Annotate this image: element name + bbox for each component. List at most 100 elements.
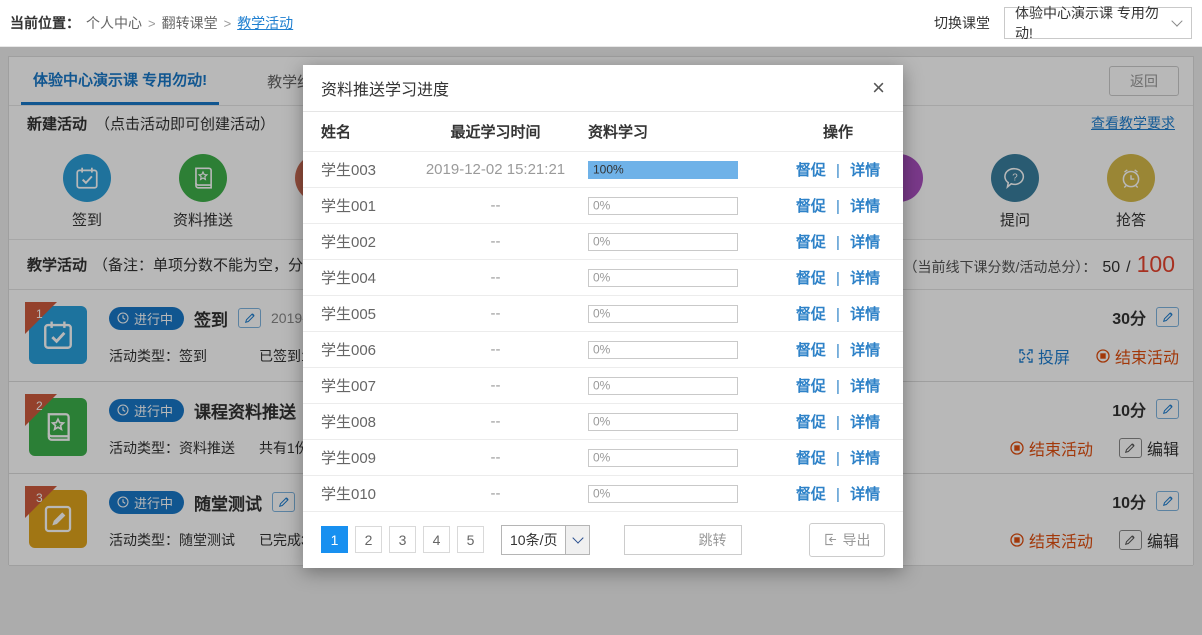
progress-label: 0% bbox=[593, 198, 610, 212]
breadcrumb-separator: > bbox=[148, 16, 156, 31]
detail-link[interactable]: 详情 bbox=[850, 342, 880, 359]
detail-link[interactable]: 详情 bbox=[850, 234, 880, 251]
modal-title: 资料推送学习进度 bbox=[321, 76, 449, 100]
link-separator: | bbox=[836, 162, 840, 179]
export-icon bbox=[824, 533, 837, 546]
supervise-link[interactable]: 督促 bbox=[796, 162, 826, 179]
detail-link[interactable]: 详情 bbox=[850, 486, 880, 503]
page-button-3[interactable]: 3 bbox=[389, 526, 416, 553]
progress-label: 0% bbox=[593, 486, 610, 500]
table-row: 学生006 -- 0% 督促 | 详情 bbox=[303, 332, 903, 368]
page-button-4[interactable]: 4 bbox=[423, 526, 450, 553]
close-icon[interactable]: × bbox=[872, 77, 885, 99]
table-row: 学生001 -- 0% 督促 | 详情 bbox=[303, 188, 903, 224]
progress-bar: 0% bbox=[588, 197, 738, 215]
link-separator: | bbox=[836, 342, 840, 359]
progress-modal: 资料推送学习进度 × 姓名 最近学习时间 资料学习 操作 学生003 2019-… bbox=[303, 65, 903, 568]
student-name: 学生006 bbox=[303, 339, 403, 360]
table-row: 学生009 -- 0% 督促 | 详情 bbox=[303, 440, 903, 476]
supervise-link[interactable]: 督促 bbox=[796, 378, 826, 395]
supervise-link[interactable]: 督促 bbox=[796, 486, 826, 503]
supervise-link[interactable]: 督促 bbox=[796, 306, 826, 323]
link-separator: | bbox=[836, 414, 840, 431]
link-separator: | bbox=[836, 234, 840, 251]
table-row: 学生010 -- 0% 督促 | 详情 bbox=[303, 476, 903, 512]
link-separator: | bbox=[836, 378, 840, 395]
last-study-time: -- bbox=[403, 305, 588, 322]
column-header-name: 姓名 bbox=[303, 121, 403, 142]
breadcrumb-label: 当前位置： bbox=[10, 13, 80, 33]
detail-link[interactable]: 详情 bbox=[850, 450, 880, 467]
breadcrumb-item-teaching-activities[interactable]: 教学活动 bbox=[237, 13, 293, 33]
last-study-time: -- bbox=[403, 449, 588, 466]
page-size-select[interactable]: 10条/页 bbox=[501, 525, 590, 555]
course-switcher: 切换课堂 体验中心演示课 专用勿动! bbox=[934, 7, 1192, 39]
student-name: 学生005 bbox=[303, 303, 403, 324]
column-header-last-study-time: 最近学习时间 bbox=[403, 121, 588, 142]
student-name: 学生010 bbox=[303, 483, 403, 504]
breadcrumb-item-personal-center[interactable]: 个人中心 bbox=[86, 13, 142, 33]
supervise-link[interactable]: 督促 bbox=[796, 198, 826, 215]
column-header-material-study: 资料学习 bbox=[588, 121, 773, 142]
progress-bar: 0% bbox=[588, 269, 738, 287]
progress-bar: 100% bbox=[588, 161, 738, 179]
link-separator: | bbox=[836, 198, 840, 215]
table-header-row: 姓名 最近学习时间 资料学习 操作 bbox=[303, 112, 903, 152]
detail-link[interactable]: 详情 bbox=[850, 270, 880, 287]
progress-bar: 0% bbox=[588, 233, 738, 251]
progress-table-body: 学生003 2019-12-02 15:21:21 100% 督促 | 详情 学… bbox=[303, 152, 903, 512]
last-study-time: -- bbox=[403, 377, 588, 394]
export-label: 导出 bbox=[843, 530, 871, 550]
table-row: 学生008 -- 0% 督促 | 详情 bbox=[303, 404, 903, 440]
detail-link[interactable]: 详情 bbox=[850, 306, 880, 323]
progress-bar: 0% bbox=[588, 377, 738, 395]
column-header-actions: 操作 bbox=[773, 121, 903, 142]
last-study-time: -- bbox=[403, 233, 588, 250]
progress-label: 100% bbox=[593, 162, 624, 176]
progress-label: 0% bbox=[593, 342, 610, 356]
table-row: 学生007 -- 0% 督促 | 详情 bbox=[303, 368, 903, 404]
student-name: 学生003 bbox=[303, 159, 403, 180]
chevron-down-icon bbox=[565, 526, 589, 554]
page-button-1[interactable]: 1 bbox=[321, 526, 348, 553]
student-name: 学生001 bbox=[303, 195, 403, 216]
table-row: 学生004 -- 0% 督促 | 详情 bbox=[303, 260, 903, 296]
jump-page-input[interactable] bbox=[625, 526, 683, 554]
progress-bar: 0% bbox=[588, 341, 738, 359]
student-name: 学生008 bbox=[303, 411, 403, 432]
page-size-value: 10条/页 bbox=[502, 530, 565, 550]
detail-link[interactable]: 详情 bbox=[850, 162, 880, 179]
breadcrumb-item-flipped-classroom[interactable]: 翻转课堂 bbox=[162, 13, 218, 33]
page-button-2[interactable]: 2 bbox=[355, 526, 382, 553]
last-study-time: -- bbox=[403, 413, 588, 430]
supervise-link[interactable]: 督促 bbox=[796, 450, 826, 467]
student-name: 学生004 bbox=[303, 267, 403, 288]
page-button-5[interactable]: 5 bbox=[457, 526, 484, 553]
switch-course-label: 切换课堂 bbox=[934, 13, 990, 33]
table-row: 学生005 -- 0% 督促 | 详情 bbox=[303, 296, 903, 332]
progress-label: 0% bbox=[593, 234, 610, 248]
breadcrumb: 当前位置： 个人中心 > 翻转课堂 > 教学活动 bbox=[10, 13, 293, 33]
course-select[interactable]: 体验中心演示课 专用勿动! bbox=[1004, 7, 1192, 39]
chevron-down-icon bbox=[1171, 15, 1182, 26]
student-name: 学生002 bbox=[303, 231, 403, 252]
student-name: 学生007 bbox=[303, 375, 403, 396]
progress-label: 0% bbox=[593, 414, 610, 428]
detail-link[interactable]: 详情 bbox=[850, 378, 880, 395]
breadcrumb-separator: > bbox=[224, 16, 232, 31]
progress-bar: 0% bbox=[588, 449, 738, 467]
link-separator: | bbox=[836, 486, 840, 503]
detail-link[interactable]: 详情 bbox=[850, 198, 880, 215]
last-study-time: 2019-12-02 15:21:21 bbox=[403, 161, 588, 178]
detail-link[interactable]: 详情 bbox=[850, 414, 880, 431]
jump-button[interactable]: 跳转 bbox=[683, 526, 741, 554]
progress-label: 0% bbox=[593, 450, 610, 464]
export-button[interactable]: 导出 bbox=[809, 523, 885, 557]
jump-group: 跳转 bbox=[624, 525, 742, 555]
supervise-link[interactable]: 督促 bbox=[796, 414, 826, 431]
supervise-link[interactable]: 督促 bbox=[796, 342, 826, 359]
supervise-link[interactable]: 督促 bbox=[796, 270, 826, 287]
supervise-link[interactable]: 督促 bbox=[796, 234, 826, 251]
pagination-bar: 1 2 3 4 5 10条/页 跳转 导出 bbox=[303, 512, 903, 567]
last-study-time: -- bbox=[403, 269, 588, 286]
